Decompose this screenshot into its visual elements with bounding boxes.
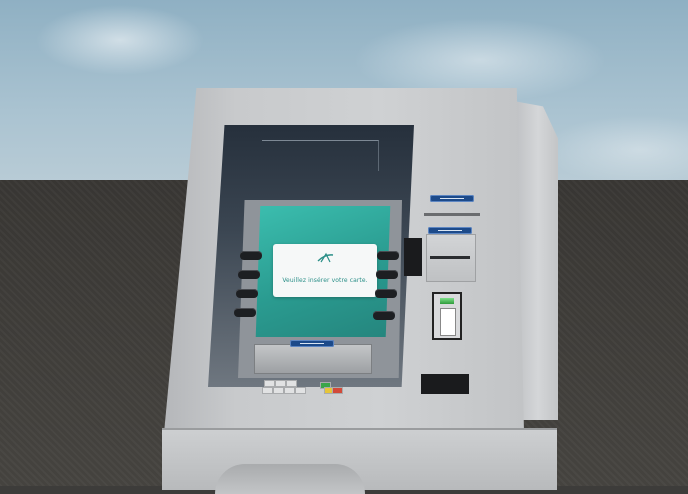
insert-card-dialog: Veuillez insérer votre carte.: [273, 244, 377, 297]
nfc-reader[interactable]: [404, 238, 422, 276]
key-4[interactable]: [262, 387, 273, 394]
key-6[interactable]: [284, 387, 295, 394]
card-reader-label: [428, 227, 472, 234]
fdk-right-1[interactable]: [377, 251, 399, 260]
fdk-right-4[interactable]: [373, 311, 395, 320]
cash-dispenser-label: [290, 340, 334, 347]
fdk-left-1[interactable]: [240, 251, 262, 260]
key-2[interactable]: [275, 380, 286, 387]
card-slot[interactable]: [430, 256, 470, 259]
card-entry-slot[interactable]: [440, 308, 456, 336]
key-1[interactable]: [264, 380, 275, 387]
fdk-left-3[interactable]: [236, 289, 258, 298]
key-cancel[interactable]: [332, 387, 343, 394]
fdk-right-2[interactable]: [376, 270, 398, 279]
fdk-left-2[interactable]: [238, 270, 260, 279]
key-5[interactable]: [273, 387, 284, 394]
screen-hood: [262, 140, 379, 171]
receipt-label: [430, 195, 474, 202]
key-3[interactable]: [286, 380, 297, 387]
atm-base-handle: [215, 464, 365, 494]
insert-card-prompt: Veuillez insérer votre carte.: [282, 277, 368, 284]
fdk-left-4[interactable]: [234, 308, 256, 317]
cash-dispenser-tray[interactable]: [254, 344, 372, 374]
receipt-slot: [424, 213, 480, 216]
pin-keypad[interactable]: [262, 380, 343, 394]
ca-logo-icon: [317, 252, 334, 263]
key-7[interactable]: [295, 387, 306, 394]
pin-shield-panel: [421, 374, 469, 394]
card-indicator-led: [440, 298, 454, 304]
card-insert-indicator[interactable]: [432, 292, 462, 340]
fdk-right-3[interactable]: [375, 289, 397, 298]
